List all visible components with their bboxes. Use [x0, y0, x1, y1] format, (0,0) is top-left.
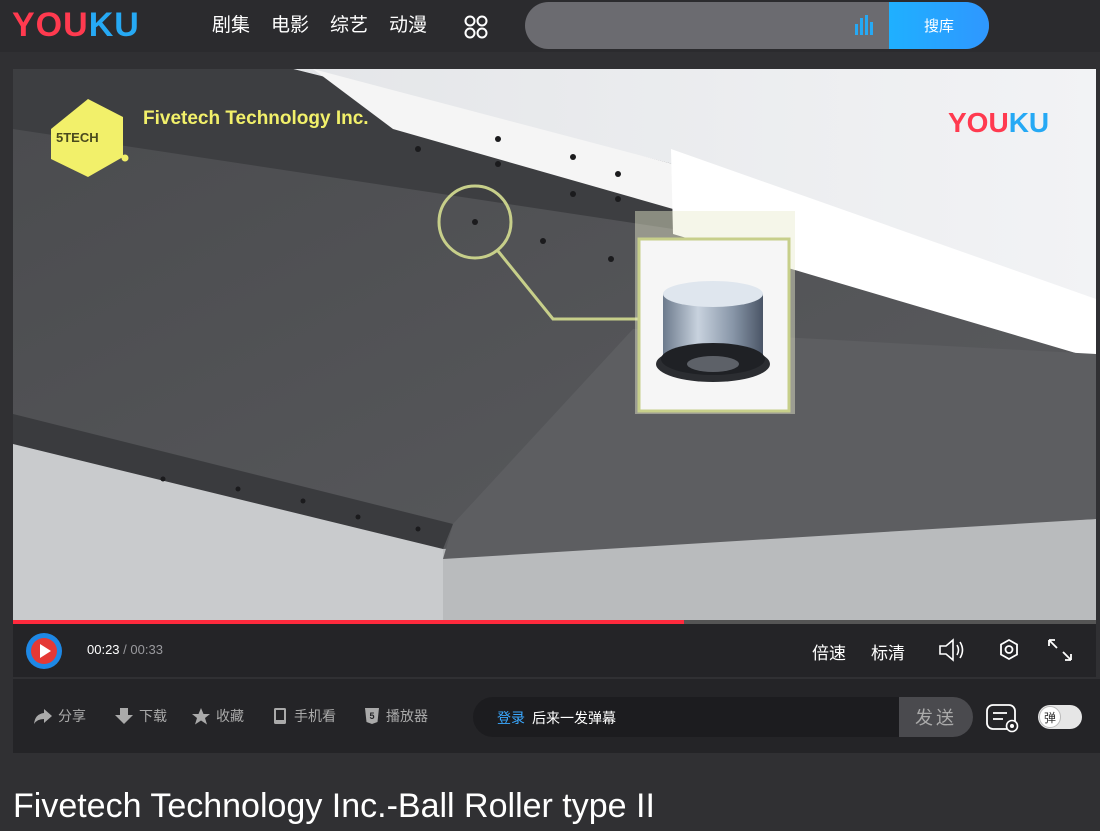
player-controls: 00:23 / 00:33 倍速 标清 — [13, 624, 1096, 677]
logo-text-you: YOU — [12, 6, 89, 44]
search-button[interactable]: 搜库 — [889, 2, 989, 49]
favorite-button[interactable]: 收藏 — [191, 706, 244, 726]
company-logo-text: 5TECH — [56, 130, 99, 145]
youku-watermark: YOUKU — [948, 107, 1049, 138]
send-danmu-button[interactable]: 发送 — [899, 697, 973, 737]
youku-logo[interactable]: YOUKU — [12, 6, 140, 45]
share-button[interactable]: 分享 — [33, 706, 86, 726]
favorite-label: 收藏 — [216, 708, 244, 724]
player-app-label: 播放器 — [386, 708, 428, 724]
star-icon — [192, 708, 210, 725]
html5-icon: 5 — [365, 708, 379, 724]
nav-item-variety[interactable]: 综艺 — [330, 13, 368, 39]
mobile-watch-button[interactable]: 手机看 — [271, 706, 336, 726]
video-frame[interactable]: 5TECH Fivetech Technology Inc. YOUKU — [13, 69, 1096, 621]
action-bar: 分享 下载 收藏 手机看 5 播放器 登录 后来一发弹幕 发送 弹 — [13, 679, 1100, 753]
download-label: 下载 — [139, 708, 167, 724]
more-categories-icon[interactable] — [463, 14, 489, 40]
share-label: 分享 — [58, 708, 86, 724]
quality-button[interactable]: 标清 — [871, 639, 905, 664]
video-scene-image: 5TECH Fivetech Technology Inc. YOUKU — [13, 69, 1096, 621]
player-app-button[interactable]: 5 播放器 — [363, 706, 428, 726]
danmu-input-bar[interactable]: 登录 后来一发弹幕 发送 — [473, 697, 973, 737]
play-icon[interactable] — [25, 632, 63, 670]
danmu-toggle-knob: 弹 — [1039, 706, 1061, 728]
fullscreen-icon[interactable] — [1046, 637, 1074, 663]
search-input[interactable] — [543, 2, 847, 49]
mobile-watch-label: 手机看 — [294, 708, 336, 724]
top-header: YOUKU 剧集 电影 综艺 动漫 搜库 — [0, 0, 1100, 52]
svg-text:5: 5 — [369, 711, 374, 721]
danmu-hint: 后来一发弹幕 — [532, 710, 616, 726]
company-name-text: Fivetech Technology Inc. — [143, 108, 369, 129]
video-player[interactable]: 5TECH Fivetech Technology Inc. YOUKU 00:… — [13, 69, 1096, 677]
video-title: Fivetech Technology Inc.-Ball Roller typ… — [13, 787, 655, 825]
speed-button[interactable]: 倍速 — [812, 639, 846, 664]
nav-item-series[interactable]: 剧集 — [212, 13, 250, 39]
danmu-settings-icon[interactable] — [985, 703, 1021, 733]
time-display: 00:23 / 00:33 — [87, 642, 163, 657]
time-separator: / — [123, 642, 127, 657]
duration: 00:33 — [130, 642, 163, 657]
voice-search-icon[interactable] — [853, 14, 875, 36]
download-button[interactable]: 下载 — [114, 706, 167, 726]
download-icon — [115, 708, 133, 724]
search-bar: 搜库 — [525, 2, 989, 49]
login-link[interactable]: 登录 — [497, 708, 525, 728]
share-icon — [34, 709, 52, 724]
phone-icon — [274, 708, 286, 724]
main-nav: 剧集 电影 综艺 动漫 — [212, 13, 448, 39]
nav-item-anime[interactable]: 动漫 — [389, 13, 427, 39]
nav-item-movies[interactable]: 电影 — [271, 13, 309, 39]
volume-icon[interactable] — [937, 637, 965, 663]
logo-text-ku: KU — [88, 6, 140, 44]
danmu-toggle[interactable]: 弹 — [1038, 705, 1082, 729]
current-time: 00:23 — [87, 642, 120, 657]
settings-gear-icon[interactable] — [995, 637, 1023, 663]
